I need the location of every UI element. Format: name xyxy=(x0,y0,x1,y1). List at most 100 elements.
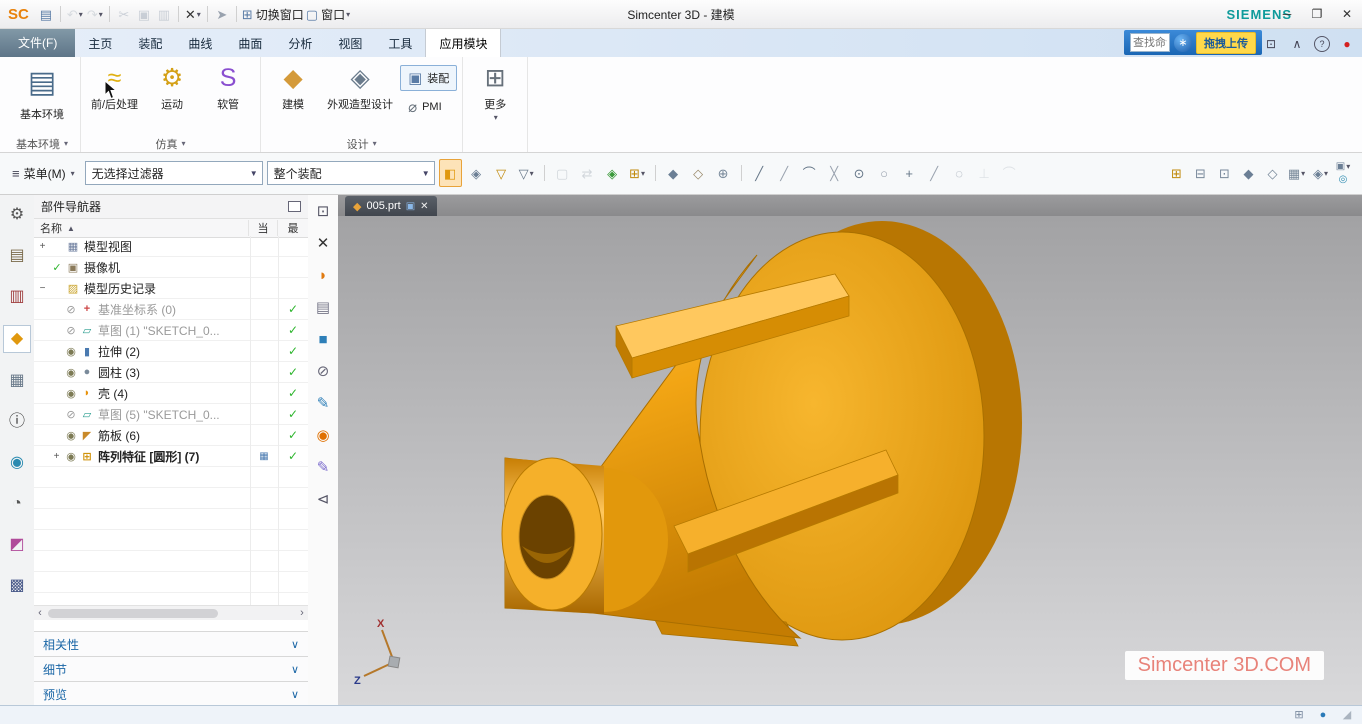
minimize-button[interactable]: ─ xyxy=(1278,3,1296,25)
ribbon-tab[interactable]: 视图 xyxy=(325,29,375,57)
motion-button[interactable]: ⚙ 运动 xyxy=(145,59,199,114)
help-button[interactable]: ? xyxy=(1314,36,1330,52)
ribbon-tab[interactable]: 主页 xyxy=(75,29,125,57)
tree-row[interactable]: ⊘ ▱ 草图 (1) "SKETCH_0... ✓ xyxy=(34,320,308,341)
visibility-toggle-icon[interactable]: ◉ xyxy=(63,345,79,358)
snap-arc-center-icon[interactable]: ⊙ xyxy=(849,160,870,186)
float-window-icon[interactable]: ⊟ xyxy=(1190,160,1211,186)
record-movie-button[interactable]: ● xyxy=(1338,33,1356,55)
grid-toggle-icon[interactable]: ⊞ xyxy=(1290,707,1308,723)
tree-row[interactable]: ⊘ ▱ 草图 (5) "SKETCH_0... ✓ xyxy=(34,404,308,425)
snap-point-on-curve-icon[interactable]: ╱ xyxy=(924,160,945,186)
scrollbar-thumb[interactable] xyxy=(48,608,218,618)
expander[interactable]: − xyxy=(36,283,49,294)
ribbon-tab[interactable]: 应用模块 xyxy=(425,28,502,57)
filter-menu-icon[interactable]: ▽ ▾ xyxy=(516,160,537,186)
annotation-icon[interactable]: ✎ xyxy=(311,455,335,479)
section-details[interactable]: 细节 ∨ xyxy=(34,656,308,681)
tree-label[interactable]: 圆柱 (3) xyxy=(95,364,250,381)
column-current[interactable]: 当 xyxy=(248,220,277,236)
resize-grip-icon[interactable]: ◢ xyxy=(1338,707,1356,723)
connection-status-icon[interactable]: ● xyxy=(1314,707,1332,723)
highlight-selection-icon[interactable]: ◈ xyxy=(602,160,623,186)
section-preview[interactable]: 预览 ∨ xyxy=(34,681,308,706)
tree-row[interactable]: ◉ ● 圆柱 (3) ✓ xyxy=(34,362,308,383)
base-environment-button[interactable]: ▤ 基本环境 xyxy=(9,59,75,124)
history-icon[interactable]: ◔ xyxy=(4,491,30,517)
maximize-view-icon[interactable]: ⊡ xyxy=(1214,160,1235,186)
hide-icon[interactable]: ⊘ xyxy=(311,359,335,383)
tree-row[interactable]: ◉ ◗ 壳 (4) ✓ xyxy=(34,383,308,404)
visibility-toggle-icon[interactable]: ◉ xyxy=(63,366,79,379)
window-layout-icon[interactable]: ▦ ▾ xyxy=(1286,160,1307,186)
rendering-style-icon[interactable]: ◈ ▾ xyxy=(1310,160,1331,186)
edit-object-display-icon[interactable]: ✎ xyxy=(311,391,335,415)
visibility-toggle-icon[interactable]: ◉ xyxy=(63,429,79,442)
visibility-toggle-icon[interactable]: ◉ xyxy=(63,450,79,463)
orient-view-icon[interactable]: ⊡ xyxy=(311,199,335,223)
select-body-icon[interactable]: ◈ xyxy=(466,160,487,186)
tab-file[interactable]: 文件(F) xyxy=(0,28,76,57)
horizontal-scrollbar[interactable]: ‹ › xyxy=(34,605,308,620)
view-orient-icon[interactable]: ▣ ▾ xyxy=(1334,161,1352,173)
visualization-scenes-icon[interactable]: ▩ xyxy=(4,573,30,599)
save-icon[interactable]: ▤ xyxy=(37,3,55,25)
snap-midpoint-icon[interactable]: ╱ xyxy=(774,160,795,186)
hd3d-tools-icon[interactable]: ⓘ xyxy=(4,409,30,435)
roles-icon[interactable]: ◩ xyxy=(4,532,30,558)
facet-body-icon[interactable]: ◇ xyxy=(688,160,709,186)
visibility-toggle-icon[interactable]: ◉ xyxy=(63,387,79,400)
part-3d-model[interactable] xyxy=(338,216,1362,706)
window-menu-button[interactable]: ▢ 窗口 ▾ xyxy=(306,3,350,25)
pmi-button[interactable]: ⌀ PMI xyxy=(400,94,457,120)
tree-label[interactable]: 摄像机 xyxy=(81,259,250,276)
web-browser-icon[interactable]: ◉ xyxy=(4,450,30,476)
scroll-left-icon[interactable]: ‹ xyxy=(34,607,46,619)
tree-row[interactable]: ◉ ▮ 拉伸 (2) ✓ xyxy=(34,341,308,362)
visibility-toggle-icon[interactable]: ⊘ xyxy=(63,303,79,316)
general-filter-icon[interactable]: ▽ xyxy=(491,160,512,186)
fit-view-icon[interactable]: ■ xyxy=(311,327,335,351)
column-latest[interactable]: 最 xyxy=(277,220,308,236)
scroll-right-icon[interactable]: › xyxy=(296,607,308,619)
more-button[interactable]: ⊞ 更多 ▾ xyxy=(468,59,522,124)
graphics-window[interactable]: X Z Simcenter 3D.COM xyxy=(338,216,1362,706)
snap-intersection-icon[interactable]: ╳ xyxy=(824,160,845,186)
tree-label[interactable]: 草图 (5) "SKETCH_0... xyxy=(95,406,250,423)
part-navigator-icon[interactable]: ◆ xyxy=(3,325,31,353)
tree-row[interactable]: ⊘ + 基准坐标系 (0) ✓ xyxy=(34,299,308,320)
tree-row[interactable]: + ▦ 模型视图 xyxy=(34,236,308,257)
tree-label[interactable]: 拉伸 (2) xyxy=(95,343,250,360)
settings-icon[interactable]: ⚙ xyxy=(4,202,30,228)
visual-effects-icon[interactable]: ◎ xyxy=(1334,174,1352,186)
move-window-icon[interactable]: ⊞ xyxy=(1166,160,1187,186)
show-icon[interactable]: ◉ xyxy=(311,423,335,447)
previous-view-icon[interactable]: ⊲ xyxy=(311,487,335,511)
menu-button[interactable]: ≡ 菜单(M) ▾ xyxy=(6,162,81,185)
tree-row[interactable]: − ▨ 模型历史记录 xyxy=(34,278,308,299)
minimize-ribbon-button[interactable]: ∧ xyxy=(1288,33,1306,55)
reuse-library-icon[interactable]: ▦ xyxy=(4,368,30,394)
command-finder-input[interactable] xyxy=(1130,33,1170,52)
tree-row[interactable]: ◉ ◤ 筋板 (6) ✓ xyxy=(34,425,308,446)
undock-panel-icon[interactable] xyxy=(288,200,301,212)
tree-label[interactable]: 模型历史记录 xyxy=(81,280,250,297)
ribbon-group-label[interactable]: 设计 ▾ xyxy=(266,135,457,152)
tree-row[interactable]: + ◉ ⊞ 阵列特征 [圆形] (7) ▦ ✓ xyxy=(34,446,308,467)
tree-label[interactable]: 筋板 (6) xyxy=(95,427,250,444)
drag-upload-button[interactable]: 拖拽上传 xyxy=(1196,31,1256,54)
save-view-icon[interactable]: ▤ xyxy=(311,295,335,319)
fullscreen-button[interactable]: ⊡ xyxy=(1262,33,1280,55)
snap-point-toggle-icon[interactable]: ◧ xyxy=(438,159,462,187)
ribbon-tab[interactable]: 装配 xyxy=(125,29,175,57)
expander[interactable]: + xyxy=(50,451,63,462)
tree-label[interactable]: 壳 (4) xyxy=(95,385,250,402)
section-dependencies[interactable]: 相关性 ∨ xyxy=(34,631,308,656)
assemblies-button[interactable]: ▣ 装配 xyxy=(400,65,458,91)
expander[interactable]: + xyxy=(36,241,49,252)
ribbon-group-label[interactable]: 基本环境 ▾ xyxy=(9,135,75,152)
constraint-navigator-icon[interactable]: ▥ xyxy=(4,284,30,310)
visibility-toggle-icon[interactable]: ⊘ xyxy=(63,408,79,421)
restore-button[interactable]: ❐ xyxy=(1308,3,1326,25)
snap-quadrant-icon[interactable]: ○ xyxy=(874,160,895,186)
